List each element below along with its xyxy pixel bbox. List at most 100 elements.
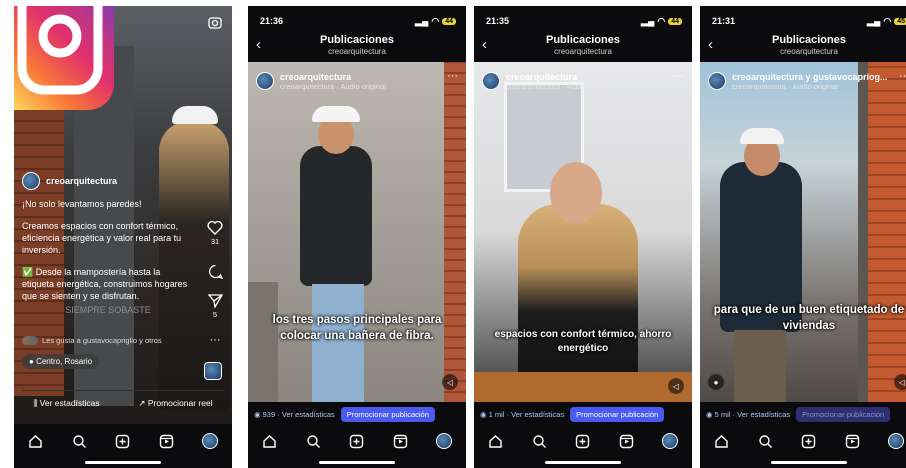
create-icon[interactable] (348, 432, 366, 450)
avatar[interactable] (482, 72, 500, 90)
video-subtitle: los tres pasos principales para colocar … (272, 314, 442, 342)
create-icon[interactable] (574, 432, 592, 450)
avatar[interactable] (256, 72, 274, 90)
create-icon[interactable] (800, 432, 818, 450)
camera-icon[interactable] (208, 16, 222, 34)
promote-post-button[interactable]: Promocionar publicación (796, 406, 891, 422)
home-icon[interactable] (27, 432, 45, 450)
eye-icon: ◉ (480, 409, 489, 419)
profile-icon[interactable] (661, 432, 679, 450)
audio-label[interactable]: creoarquitectura · Audio original (280, 82, 386, 92)
home-icon[interactable] (713, 432, 731, 450)
like-button[interactable]: 31 (204, 220, 226, 246)
mute-icon[interactable]: ◁ (668, 378, 684, 394)
post-author-row[interactable]: creoarquitectura creoarquitectura · Audio… (256, 72, 458, 92)
page-title: Publicaciones (772, 34, 846, 46)
user-tag-icon[interactable]: ● (708, 374, 724, 390)
wifi-icon: ◠ (657, 15, 666, 26)
comment-button[interactable] (204, 264, 226, 281)
search-icon[interactable] (70, 432, 88, 450)
profile-icon[interactable] (435, 432, 453, 450)
views-stats-link[interactable]: ◉ 1 mil · Ver estadísticas (480, 410, 564, 419)
status-time: 21:35 (486, 16, 510, 26)
wifi-icon: ◠ (883, 15, 892, 26)
search-icon[interactable] (530, 432, 548, 450)
post-author-row[interactable]: creoarquitectura y gustavocapriog... creo… (708, 72, 906, 92)
mute-icon[interactable]: ◁ (442, 374, 458, 390)
video-overlay-text: SIEMPRE SOBASTE (65, 305, 151, 315)
location-tag[interactable]: ● Centro, Rosario (22, 354, 100, 369)
post-stats-bar: ◉ 939 · Ver estadísticas Promocionar pub… (248, 404, 466, 424)
profile-icon[interactable] (887, 432, 905, 450)
views-stats-link[interactable]: ◉ 5 mil · Ver estadísticas (706, 410, 790, 419)
post-video[interactable] (700, 62, 906, 402)
reels-icon[interactable] (844, 432, 862, 450)
home-icon[interactable] (487, 432, 505, 450)
arrow-up-right-icon: ↗ (138, 398, 148, 408)
post-author-row[interactable]: creoarquitectura creoarquitectura · Audio… (482, 72, 684, 92)
heart-icon (207, 220, 223, 235)
audio-thumbnail[interactable] (204, 362, 222, 380)
likes-row[interactable]: Les gusta a gustavocapriglio y otros (22, 336, 162, 345)
battery-icon: 44 (668, 17, 682, 25)
views-text: 5 mil · Ver estadísticas (714, 409, 791, 419)
reels-icon[interactable] (158, 432, 176, 450)
reels-icon[interactable] (392, 432, 410, 450)
man-jacket (300, 146, 372, 286)
promote-reel-button[interactable]: ↗ Promocionar reel (138, 398, 212, 409)
post-video[interactable] (248, 62, 466, 402)
more-icon[interactable]: ··· (447, 70, 458, 82)
reel-author-row[interactable]: creoarquitectura (22, 172, 117, 190)
promote-post-button[interactable]: Promocionar publicación (570, 406, 665, 422)
reels-icon[interactable] (618, 432, 636, 450)
battery-icon: 45 (894, 17, 906, 25)
caption-line: ✅ Desde la mampostería hasta la etiqueta… (22, 267, 188, 301)
post-stats-bar: ◉ 1 mil · Ver estadísticas Promocionar p… (474, 404, 692, 424)
avatar[interactable] (22, 172, 40, 190)
post-username[interactable]: creoarquitectura (506, 72, 612, 82)
location-pin-icon: ● (29, 357, 34, 366)
promote-post-button[interactable]: Promocionar publicación (340, 406, 435, 422)
phone-post-view: 21:31 ▂▄ ◠ 45 ‹ Publicaciones creoarquitec… (700, 6, 906, 468)
home-icon[interactable] (261, 432, 279, 450)
avatar[interactable] (708, 72, 726, 90)
caption-line: Creamos espacios con confort térmico, ef… (22, 221, 182, 255)
more-icon[interactable]: ··· (673, 70, 684, 82)
search-icon[interactable] (304, 432, 322, 450)
audio-label[interactable]: creoarquitectura · Audio original (506, 82, 612, 92)
promote-reel-label: Promocionar reel (147, 398, 213, 408)
share-button[interactable]: 5 (204, 294, 226, 319)
window-frame (858, 62, 868, 402)
more-icon[interactable]: ··· (204, 334, 226, 346)
phone-post-view: 21:35 ▂▄ ◠ 44 ‹ Publicaciones creoarquitec… (474, 6, 692, 468)
caption-line: ¡No solo levantamos paredes! (22, 199, 142, 209)
helmet (312, 106, 360, 122)
eye-icon: ◉ (254, 409, 263, 419)
search-icon[interactable] (756, 432, 774, 450)
create-icon[interactable] (114, 432, 132, 450)
mute-icon[interactable]: ◁ (894, 374, 906, 390)
views-stats-link[interactable]: ◉ 939 · Ver estadísticas (254, 410, 335, 419)
divider (22, 390, 224, 391)
status-indicators: ▂▄ ◠ 45 (867, 16, 906, 27)
post-username[interactable]: creoarquitectura (280, 72, 386, 82)
screenshot-collage: creoarquitectura ¡No solo levantamos par… (0, 0, 906, 468)
home-indicator (319, 461, 395, 464)
post-username[interactable]: creoarquitectura y gustavocapriog... (732, 72, 888, 82)
view-stats-button[interactable]: ⫼ Ver estadísticas (33, 398, 99, 409)
audio-label[interactable]: creoarquitectura · Audio original (732, 82, 888, 92)
profile-icon[interactable] (201, 432, 219, 450)
more-icon[interactable]: ··· (899, 70, 906, 82)
reel-caption[interactable]: ¡No solo levantamos paredes! Creamos esp… (22, 198, 194, 316)
status-bar: 21:35 ▂▄ ◠ 44 (486, 14, 682, 28)
share-icon (207, 294, 223, 309)
wifi-icon: ◠ (431, 15, 440, 26)
home-indicator (85, 461, 161, 464)
phone-reel-view: creoarquitectura ¡No solo levantamos par… (14, 6, 232, 468)
reel-username[interactable]: creoarquitectura (46, 176, 117, 186)
view-stats-label: Ver estadísticas (39, 398, 100, 408)
page-subtitle: creoarquitectura (780, 47, 838, 56)
wooden-table (474, 372, 692, 402)
status-time: 21:36 (260, 16, 284, 26)
status-bar: 21:31 ▂▄ ◠ 45 (712, 14, 906, 28)
